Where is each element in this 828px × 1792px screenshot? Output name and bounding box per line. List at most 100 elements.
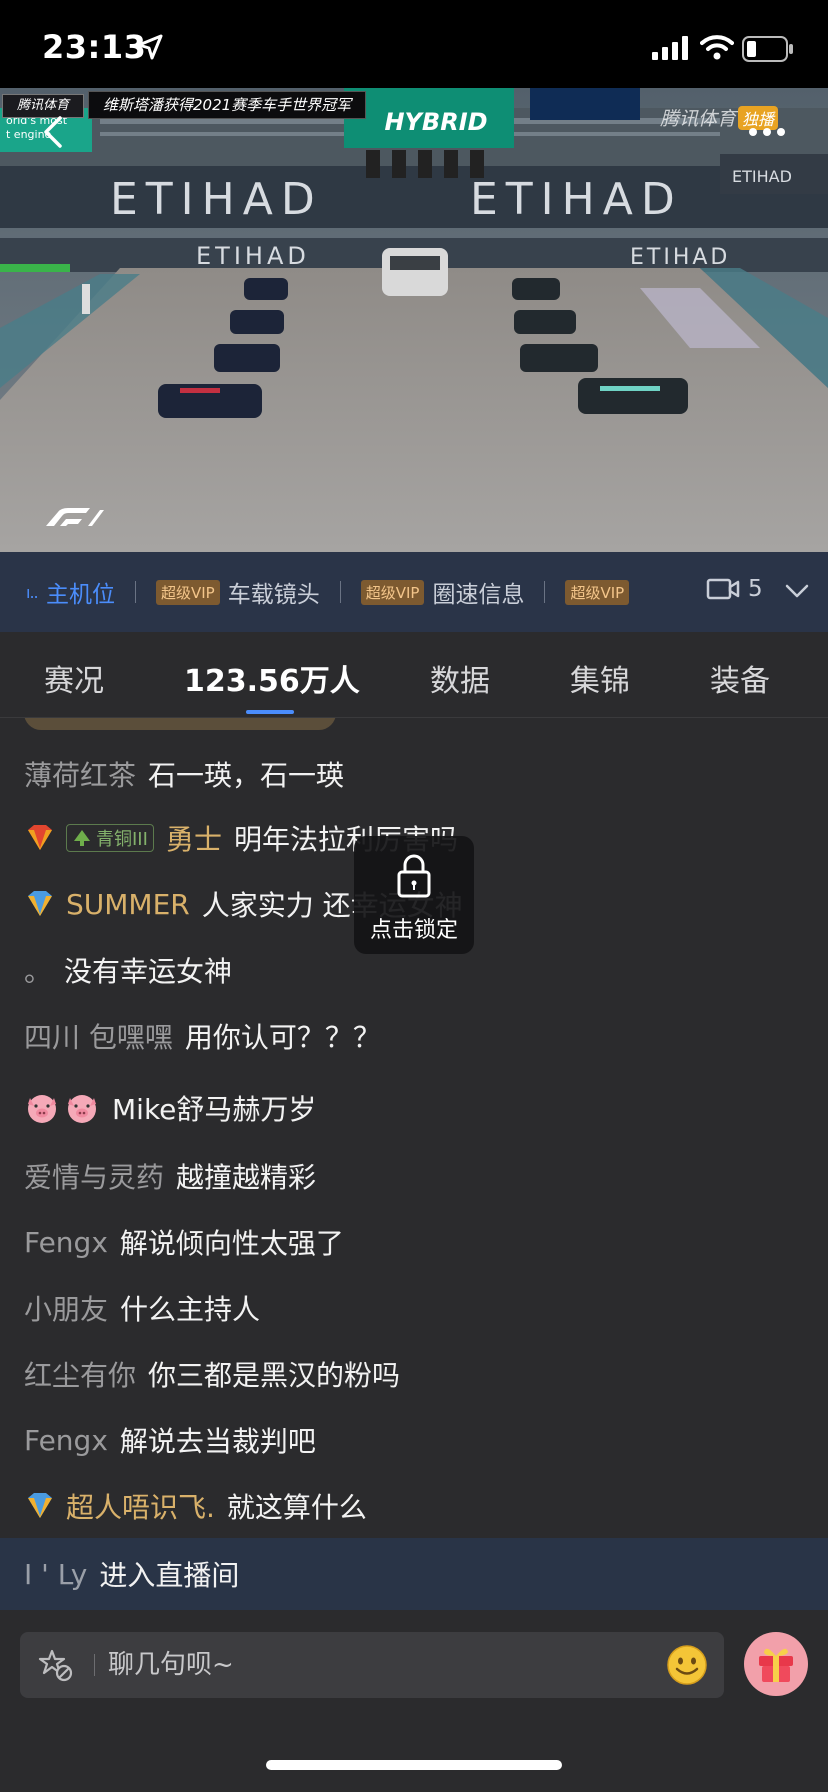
chat-text: 用你认可？？？ — [184, 1021, 381, 1054]
chat-nickname[interactable]: Fengx — [24, 1226, 108, 1259]
chat-text: Mike舒马赫万岁 — [112, 1093, 317, 1126]
chat-text: 什么主持人 — [120, 1293, 261, 1326]
cellular-signal-icon — [652, 36, 688, 60]
camera-option-label: 车载镜头 — [227, 582, 320, 608]
chat-nickname[interactable]: 红尘有你 — [24, 1354, 136, 1394]
wifi-icon — [700, 35, 734, 60]
playing-bars-icon: ı.. — [26, 582, 39, 602]
chat-message: 薄荷红茶 石一瑛，石一瑛 — [24, 754, 344, 794]
chat-text: 石一瑛，石一瑛 — [148, 759, 345, 792]
entered-user-nickname[interactable]: I ' Ly — [24, 1558, 87, 1591]
red-diamond-rank-icon — [28, 825, 52, 850]
divider — [94, 1654, 95, 1676]
tab-equipment[interactable]: 装备 — [710, 656, 770, 700]
chat-nickname[interactable]: 爱情与灵药 — [24, 1156, 164, 1196]
chat-message: 四川 包嘿嘿 用你认可？？？ — [24, 1016, 381, 1056]
camera-option-main[interactable]: ı.. 主机位 — [26, 552, 115, 632]
level-badge-label: 青铜III — [96, 829, 148, 850]
camera-option-main-label: 主机位 — [46, 582, 115, 608]
divider — [339, 581, 341, 603]
chat-message: Fengx 解说倾向性太强了 — [24, 1222, 344, 1262]
video-headline: 维斯塔潘获得2021赛季车手世界冠军 — [88, 91, 367, 119]
chat-nickname[interactable]: 勇士 — [166, 818, 222, 858]
chat-nickname[interactable]: 薄荷红茶 — [24, 754, 136, 794]
tab-race-status[interactable]: 赛况 — [44, 656, 104, 700]
level-badge: 青铜III — [66, 824, 154, 852]
chat-text: 解说去当裁判吧 — [119, 1425, 316, 1458]
chat-message: 爱情与灵药 越撞越精彩 — [24, 1156, 316, 1196]
f1-logo-icon — [46, 508, 104, 526]
divider — [544, 581, 546, 603]
camera-option-label: 圈速信息 — [432, 582, 525, 608]
tab-highlights[interactable]: 集锦 — [570, 656, 630, 700]
chat-message: 。 没有幸运女神 — [24, 950, 232, 990]
watermark-text: 腾讯体育 — [660, 108, 737, 130]
camera-count[interactable]: 5 — [706, 576, 763, 602]
camera-option-more[interactable]: 超级VIP — [565, 552, 637, 632]
location-arrow-icon — [137, 34, 163, 60]
chevron-down-icon[interactable] — [784, 583, 810, 599]
more-icon[interactable] — [748, 126, 786, 138]
chat-nickname[interactable]: 四川 包嘿嘿 — [24, 1016, 173, 1056]
danmaku-toggle-icon[interactable] — [38, 1648, 74, 1682]
tab-data[interactable]: 数据 — [430, 656, 490, 700]
enter-notification: I ' Ly 进入直播间 — [0, 1538, 828, 1610]
chat-nickname[interactable]: 小朋友 — [24, 1288, 108, 1328]
status-bar: 23:13 — [0, 0, 828, 88]
live-stream-page: 23:13 ETIHAD ETIHAD ETIHAD HYBRID ETIHAD… — [0, 0, 828, 1792]
back-icon[interactable] — [40, 114, 66, 150]
chat-nickname[interactable]: 超人唔识飞. — [66, 1486, 215, 1526]
svg-text:ETIHAD: ETIHAD — [196, 242, 310, 270]
chat-nickname[interactable]: 。 — [24, 950, 52, 990]
chat-message: 小朋友 什么主持人 — [24, 1288, 260, 1328]
chat-text: 就这算什么 — [226, 1491, 367, 1524]
camera-bar: ı.. 主机位 超级VIP 车载镜头 超级VIP 圈速信息 超级VIP — [0, 552, 828, 632]
camera-option-laptime[interactable]: 超级VIP 圈速信息 — [360, 552, 525, 632]
camera-option-onboard[interactable]: 超级VIP 车载镜头 — [156, 552, 320, 632]
svg-text:ETIHAD: ETIHAD — [630, 245, 730, 270]
chat-text: 没有幸运女神 — [64, 955, 233, 988]
chat-text: 你三都是黑汉的粉吗 — [148, 1359, 401, 1392]
blue-diamond-rank-icon — [28, 1493, 52, 1518]
active-tab-indicator — [246, 710, 294, 714]
home-indicator — [266, 1760, 562, 1770]
gift-icon — [759, 1648, 793, 1682]
svg-text:HYBRID: HYBRID — [384, 108, 487, 136]
chat-message: 超人唔识飞. 就这算什么 — [24, 1486, 367, 1526]
svg-text:ETIHAD: ETIHAD — [470, 174, 683, 225]
chat-text: 越撞越精彩 — [176, 1161, 317, 1194]
chat-nickname[interactable]: Fengx — [24, 1424, 108, 1457]
race-start-scene: ETIHAD ETIHAD ETIHAD HYBRID ETIHAD ETIHA… — [0, 88, 828, 552]
battery-icon — [742, 36, 793, 62]
vip-badge: 超级VIP — [360, 579, 425, 605]
tree-level-icon — [74, 830, 90, 846]
tab-chat[interactable]: 123.56万人 — [184, 656, 360, 700]
chat-message: Fengx 解说去当裁判吧 — [24, 1420, 316, 1460]
lock-screen-button[interactable]: 点击锁定 — [354, 836, 474, 954]
vip-badge: 超级VIP — [156, 579, 220, 605]
svg-text:ETIHAD: ETIHAD — [732, 167, 792, 186]
video-camera-icon — [706, 578, 740, 600]
chat-text: 解说倾向性太强了 — [119, 1227, 344, 1260]
chat-nickname[interactable]: SUMMER — [66, 888, 190, 921]
svg-text:ETIHAD: ETIHAD — [110, 174, 323, 225]
chat-input-box[interactable] — [20, 1632, 724, 1698]
camera-count-value: 5 — [748, 576, 763, 602]
chat-input[interactable] — [108, 1642, 668, 1688]
video-player[interactable]: ETIHAD ETIHAD ETIHAD HYBRID ETIHAD ETIHA… — [0, 88, 828, 552]
pig-emoji-icon — [28, 1095, 56, 1123]
lock-icon — [397, 854, 431, 898]
chat-message: Mike舒马赫万岁 — [24, 1088, 316, 1128]
divider — [135, 581, 136, 603]
tab-bar: 赛况 123.56万人 数据 集锦 装备 — [0, 632, 828, 718]
blue-diamond-rank-icon — [28, 891, 52, 916]
chat-top-pill — [24, 718, 336, 730]
gift-button[interactable] — [744, 1632, 808, 1696]
status-time: 23:13 — [42, 28, 147, 66]
chat-message: 红尘有你 你三都是黑汉的粉吗 — [24, 1354, 400, 1394]
emoji-icon[interactable] — [666, 1644, 708, 1686]
pig-emoji-icon — [68, 1095, 96, 1123]
vip-badge: 超级VIP — [565, 579, 630, 605]
enter-notification-text: 进入直播间 — [99, 1559, 240, 1592]
lock-label: 点击锁定 — [369, 918, 458, 943]
